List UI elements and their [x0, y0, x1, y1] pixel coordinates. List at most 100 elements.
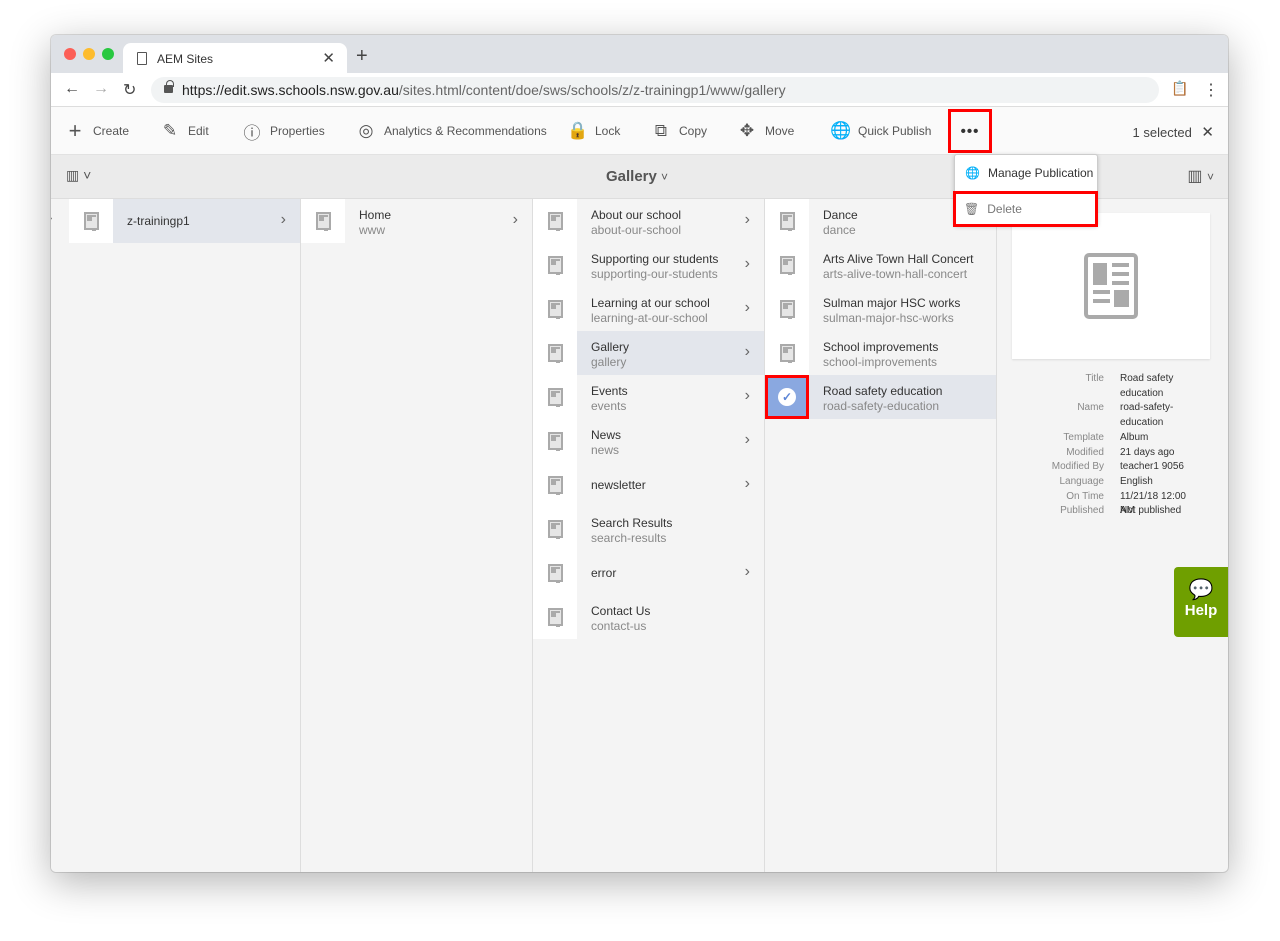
create-button[interactable]: + Create	[65, 107, 129, 155]
maximize-window-button[interactable]	[102, 48, 114, 60]
chevron-right-icon[interactable]: ›	[745, 475, 750, 493]
item-text: error	[591, 566, 616, 581]
list-item[interactable]: Contact Us contact-us	[533, 595, 764, 639]
action-bar: + Create ✎ Edit ⓘ Properties ◎ Analytics & R…	[51, 107, 1228, 155]
page-thumbnail[interactable]	[765, 243, 809, 287]
item-text: Arts Alive Town Hall Concert arts-alive-t…	[823, 252, 974, 282]
browser-menu-icon[interactable]: ⋮	[1203, 80, 1219, 100]
manage-publication-menu-item[interactable]: 🌐 Manage Publication	[955, 155, 1097, 191]
browser-tab[interactable]: AEM Sites ✕	[123, 43, 347, 73]
chevron-right-icon[interactable]: ›	[745, 299, 750, 317]
page-thumbnail[interactable]	[533, 595, 577, 639]
chevron-right-icon[interactable]: ›	[745, 255, 750, 273]
page-thumbnail[interactable]	[765, 287, 809, 331]
selected-count: 1 selected	[1132, 125, 1192, 140]
reload-icon[interactable]: ↻	[123, 80, 136, 100]
detail-value: Road safety education	[1120, 373, 1174, 399]
analytics-button[interactable]: ◎ Analytics & Recommendations	[356, 107, 547, 155]
page-thumbnail[interactable]	[533, 287, 577, 331]
item-title: Supporting our students	[591, 252, 719, 266]
list-item[interactable]: Learning at our school learning-at-our-sc…	[533, 287, 764, 331]
detail-label: On Time	[1066, 490, 1104, 502]
back-icon[interactable]: ←	[64, 80, 80, 98]
new-tab-button[interactable]: +	[356, 45, 368, 68]
lock-button[interactable]: 🔒 Lock	[567, 107, 620, 155]
list-item[interactable]: error ›	[533, 551, 764, 595]
clear-selection-icon[interactable]: ✕	[1201, 124, 1214, 141]
list-item[interactable]: Home www ›	[301, 199, 532, 243]
url-input[interactable]: https://edit.sws.schools.nsw.gov.au/site…	[151, 77, 1159, 103]
selected-checkbox[interactable]: ✓	[765, 375, 809, 419]
list-item[interactable]: About our school about-our-school ›	[533, 199, 764, 243]
document-icon	[137, 52, 147, 65]
list-item[interactable]: Sulman major HSC works sulman-major-hsc-w…	[765, 287, 996, 331]
copy-button[interactable]: ⧉ Copy	[651, 107, 707, 155]
page-thumbnail[interactable]	[301, 199, 345, 243]
rail-toggle-icon[interactable]: ▥ ˅	[66, 167, 91, 184]
page-thumbnail[interactable]	[533, 331, 577, 375]
list-item[interactable]: ✓ Road safety education road-safety-educat…	[765, 375, 996, 419]
clipboard-icon[interactable]: 📋	[1171, 80, 1188, 97]
collapsed-column[interactable]: ›	[51, 199, 70, 872]
properties-button[interactable]: ⓘ Properties	[242, 107, 325, 155]
page-thumbnail[interactable]	[533, 551, 577, 595]
gallery-title[interactable]: Gallery ˅	[606, 168, 668, 185]
page-thumbnail[interactable]	[765, 331, 809, 375]
item-title: About our school	[591, 208, 682, 222]
list-item[interactable]: Events events ›	[533, 375, 764, 419]
chevron-right-icon[interactable]: ›	[745, 387, 750, 405]
close-window-button[interactable]	[64, 48, 76, 60]
detail-label: Language	[1059, 475, 1105, 487]
chevron-right-icon[interactable]: ›	[745, 343, 750, 361]
list-item[interactable]: News news ›	[533, 419, 764, 463]
page-thumbnail[interactable]	[533, 375, 577, 419]
edit-button[interactable]: ✎ Edit	[160, 107, 209, 155]
page-thumbnail[interactable]	[533, 199, 577, 243]
column-view-icon[interactable]: ▥ ˅	[1187, 166, 1214, 186]
chevron-right-icon[interactable]: ›	[281, 211, 286, 229]
chevron-right-icon[interactable]: ›	[745, 211, 750, 229]
delete-menu-item[interactable]: 🗑 Delete	[953, 191, 1098, 227]
copy-label: Copy	[679, 124, 708, 138]
item-title: error	[591, 566, 617, 580]
analytics-label: Analytics & Recommendations	[384, 124, 547, 138]
list-item[interactable]: Supporting our students supporting-our-st…	[533, 243, 764, 287]
list-item[interactable]: newsletter ›	[533, 463, 764, 507]
page-thumbnail[interactable]	[533, 419, 577, 463]
tab-bar: AEM Sites ✕ +	[51, 35, 1228, 73]
close-tab-icon[interactable]: ✕	[322, 49, 335, 67]
list-item[interactable]: School improvements school-improvements	[765, 331, 996, 375]
page-thumbnail[interactable]	[69, 199, 113, 243]
list-item[interactable]: z-trainingp1 ›	[69, 199, 300, 243]
chevron-right-icon[interactable]: ›	[745, 563, 750, 581]
page-icon	[83, 212, 99, 231]
item-name: contact-us	[591, 619, 647, 633]
title-text: Gallery	[606, 168, 657, 185]
list-item[interactable]: Search Results search-results	[533, 507, 764, 551]
page-thumbnail[interactable]	[765, 199, 809, 243]
list-item[interactable]: Gallery gallery ›	[533, 331, 764, 375]
move-button[interactable]: ✥ Move	[737, 107, 794, 155]
page-thumbnail[interactable]	[533, 507, 577, 551]
quick-publish-button[interactable]: 🌐 Quick Publish	[830, 107, 931, 155]
minimize-window-button[interactable]	[83, 48, 95, 60]
item-text: Contact Us contact-us	[591, 604, 650, 634]
more-actions-button[interactable]: •••	[948, 109, 992, 153]
chevron-right-icon[interactable]: ›	[745, 431, 750, 449]
page-icon	[547, 344, 563, 363]
item-title: newsletter	[591, 478, 646, 492]
list-item[interactable]: Arts Alive Town Hall Concert arts-alive-t…	[765, 243, 996, 287]
chevron-right-icon[interactable]: ›	[513, 211, 518, 229]
detail-value: Album	[1120, 431, 1149, 443]
forward-icon[interactable]: →	[93, 80, 109, 98]
page-thumbnail[interactable]	[533, 243, 577, 287]
item-title: Dance	[823, 208, 858, 222]
url-host: https://edit.sws.schools.nsw.gov.au	[182, 82, 399, 98]
page-icon	[1084, 253, 1138, 319]
page-thumbnail[interactable]	[533, 463, 577, 507]
item-name: dance	[823, 223, 856, 237]
item-text: Home www	[359, 208, 391, 238]
help-button[interactable]: 💬 Help	[1174, 567, 1228, 637]
item-name: sulman-major-hsc-works	[823, 311, 954, 325]
item-text: Supporting our students supporting-our-st…	[591, 252, 718, 282]
